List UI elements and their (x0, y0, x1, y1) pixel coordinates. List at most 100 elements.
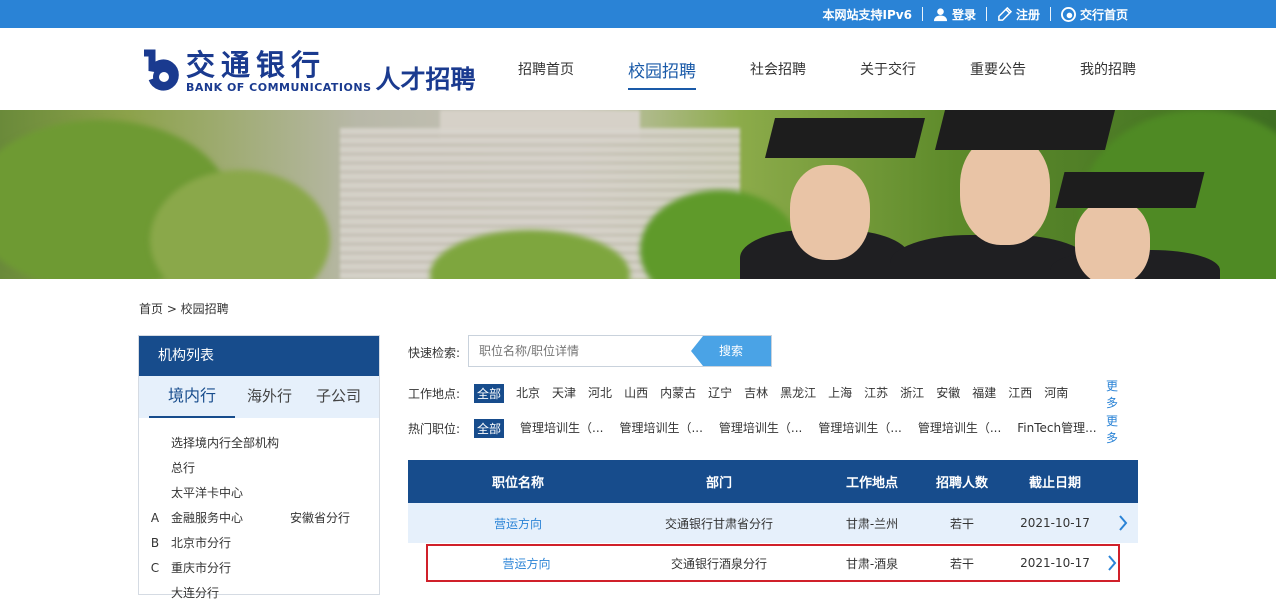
position-option[interactable]: 管理培训生（... (918, 419, 1001, 438)
logo[interactable]: 交通银行 BANK OF COMMUNICATIONS 人才招聘 (138, 46, 476, 96)
nav-my-recruit[interactable]: 我的招聘 (1080, 28, 1136, 110)
position-more-link[interactable]: 更多 (1106, 412, 1118, 446)
location-more-link[interactable]: 更多 (1106, 377, 1118, 411)
ipv6-text: 本网站支持IPv6 (822, 7, 912, 22)
position-option[interactable]: 管理培训生（... (818, 419, 901, 438)
job-title-link[interactable]: 营运方向 (408, 515, 628, 532)
location-option[interactable]: 江苏 (864, 384, 888, 403)
job-title-link[interactable]: 营运方向 (425, 555, 628, 572)
headcount-cell: 若干 (949, 556, 974, 571)
location-option[interactable]: 上海 (828, 384, 852, 403)
list-item[interactable]: C 重庆市分行 (139, 555, 379, 580)
location-option[interactable]: 黑龙江 (780, 384, 816, 403)
org-name[interactable]: 太平洋卡中心 (171, 484, 290, 501)
bank-home-label: 交行首页 (1079, 7, 1128, 22)
nav-recruit-home[interactable]: 招聘首页 (518, 28, 574, 110)
logo-english: BANK OF COMMUNICATIONS (186, 80, 372, 94)
bank-logo-mark (138, 49, 182, 93)
org-name[interactable]: 安徽省分行 (290, 509, 350, 526)
tab-domestic[interactable]: 境内行 (149, 376, 236, 418)
col-header: 工作地点 (845, 476, 898, 491)
org-sidebar: 机构列表 境内行 海外行 子公司 选择境内行全部机构 总行 太平洋卡中心 A 金融… (138, 335, 380, 600)
search-label: 快速检索: (408, 346, 461, 360)
location-option[interactable]: 山西 (624, 384, 648, 403)
location-option[interactable]: 浙江 (900, 384, 924, 403)
position-option[interactable]: FinTech管理... (1017, 419, 1096, 438)
position-option[interactable]: 管理培训生（... (619, 419, 702, 438)
location-option[interactable]: 江西 (1008, 384, 1032, 403)
department-cell: 交通银行酒泉分行 (670, 556, 767, 571)
location-cell: 甘肃-酒泉 (845, 556, 899, 571)
location-option[interactable]: 天津 (552, 384, 576, 403)
location-option[interactable]: 安徽 (936, 384, 960, 403)
register-link[interactable]: 注册 (987, 6, 1050, 23)
org-name[interactable]: 选择境内行全部机构 (171, 434, 290, 451)
table-row[interactable]: 营运方向 交通银行酒泉分行 甘肃-酒泉 若干 2021-10-17 (425, 543, 1121, 583)
list-item[interactable]: 大连分行 (139, 580, 379, 605)
org-name[interactable]: 总行 (171, 459, 290, 476)
list-item[interactable]: B 北京市分行 (139, 530, 379, 555)
pencil-icon (998, 6, 1012, 21)
search-box: 搜索 (468, 335, 772, 367)
org-list: 选择境内行全部机构 总行 太平洋卡中心 A 金融服务中心 安徽省分行 B 北京市分行 … (139, 418, 379, 605)
ipv6-notice: 本网站支持IPv6 (813, 6, 922, 23)
bank-logo-icon (1060, 6, 1076, 22)
list-item[interactable]: 总行 (139, 455, 379, 480)
main-nav: 招聘首页 校园招聘 社会招聘 关于交行 重要公告 我的招聘 (464, 28, 1136, 110)
col-header: 招聘人数 (935, 476, 988, 491)
nav-campus-recruit[interactable]: 校园招聘 (628, 28, 696, 110)
col-header: 部门 (705, 476, 732, 491)
list-item[interactable]: A 金融服务中心 安徽省分行 (139, 505, 379, 530)
position-option[interactable]: 管理培训生（... (719, 419, 802, 438)
banner-image (0, 110, 1276, 279)
location-option[interactable]: 北京 (516, 384, 540, 403)
chevron-right-icon[interactable] (1118, 514, 1128, 532)
bank-home-link[interactable]: 交行首页 (1051, 6, 1138, 23)
org-name[interactable]: 大连分行 (171, 584, 290, 601)
login-label: 登录 (951, 7, 976, 22)
logo-chinese: 交通银行 (186, 47, 327, 82)
location-option[interactable]: 内蒙古 (660, 384, 696, 403)
position-filter: 热门职位: 全部 管理培训生（... 管理培训生（... 管理培训生（... 管理培训生… (408, 414, 1118, 445)
location-cell: 甘肃-兰州 (845, 516, 899, 531)
position-option[interactable]: 管理培训生（... (520, 419, 603, 438)
index-letter: C (150, 560, 160, 575)
search-button[interactable]: 搜索 (691, 336, 771, 366)
nav-social-recruit[interactable]: 社会招聘 (750, 28, 806, 110)
job-table: 职位名称 部门 工作地点 招聘人数 截止日期 营运方向 交通银行甘肃省分行 甘肃… (408, 460, 1138, 583)
location-option[interactable]: 吉林 (744, 384, 768, 403)
divider (1049, 7, 1051, 21)
org-name[interactable]: 金融服务中心 (171, 509, 290, 526)
location-option[interactable]: 全部 (474, 384, 505, 403)
position-option[interactable]: 全部 (474, 419, 505, 438)
location-filter-label: 工作地点: (408, 387, 461, 401)
header: 交通银行 BANK OF COMMUNICATIONS 人才招聘 招聘首页 校园… (0, 28, 1276, 110)
nav-about[interactable]: 关于交行 (860, 28, 916, 110)
tab-overseas[interactable]: 海外行 (235, 376, 304, 418)
sidebar-tabs: 境内行 海外行 子公司 (139, 376, 379, 418)
location-option[interactable]: 河北 (588, 384, 612, 403)
deadline-cell: 2021-10-17 (1020, 516, 1090, 530)
location-option[interactable]: 河南 (1044, 384, 1068, 403)
divider (985, 7, 987, 21)
org-name[interactable]: 北京市分行 (171, 534, 290, 551)
org-name[interactable]: 重庆市分行 (171, 559, 290, 576)
search-input[interactable] (469, 336, 689, 366)
location-option[interactable]: 福建 (972, 384, 996, 403)
table-row[interactable]: 营运方向 交通银行甘肃省分行 甘肃-兰州 若干 2021-10-17 (408, 503, 1138, 543)
register-label: 注册 (1015, 7, 1040, 22)
divider (921, 7, 923, 21)
col-header: 截止日期 (1028, 476, 1081, 491)
deadline-cell: 2021-10-17 (1020, 556, 1090, 570)
location-option[interactable]: 辽宁 (708, 384, 732, 403)
tab-subsidiary[interactable]: 子公司 (304, 376, 373, 418)
nav-announcements[interactable]: 重要公告 (970, 28, 1026, 110)
department-cell: 交通银行甘肃省分行 (664, 516, 773, 531)
list-item[interactable]: 太平洋卡中心 (139, 480, 379, 505)
list-item[interactable]: 选择境内行全部机构 (139, 430, 379, 455)
top-bar: 本网站支持IPv6 登录 注册 交行首页 (0, 0, 1276, 28)
sidebar-title: 机构列表 (139, 336, 379, 376)
chevron-right-icon[interactable] (1107, 554, 1117, 572)
user-icon (933, 7, 948, 21)
login-link[interactable]: 登录 (923, 6, 986, 23)
